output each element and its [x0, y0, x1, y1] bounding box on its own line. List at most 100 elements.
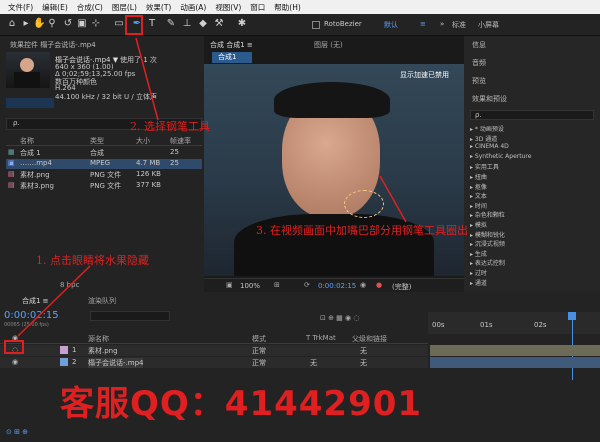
effect-category[interactable]: ▸ 模糊和锐化 — [470, 230, 505, 239]
workspace-small-screen[interactable]: 小屏幕 — [478, 20, 499, 30]
col-size[interactable]: 大小 — [136, 136, 150, 146]
playhead-handle[interactable] — [568, 312, 576, 320]
layer-color-label[interactable] — [60, 346, 68, 354]
layer-tab[interactable]: 图层 (无) — [314, 40, 343, 50]
effect-category[interactable]: ▸ 生成 — [470, 249, 487, 258]
hand-tool-icon[interactable]: ✋ — [33, 18, 45, 30]
home-icon[interactable]: ⌂ — [6, 18, 18, 30]
zoom-level[interactable]: 100% — [240, 282, 260, 290]
timeline-timecode[interactable]: 0:00:02:15 — [4, 310, 59, 321]
timeline-marker-icon[interactable]: ⟳ — [304, 281, 310, 289]
video-frame[interactable]: 显示加速已禁用 — [204, 64, 464, 276]
audio-tab[interactable]: 音频 — [472, 58, 486, 68]
timeline-tools[interactable]: ⊡ ⊕ ▦ ◉ ◌ — [320, 314, 359, 322]
menu-item[interactable]: 动画(A) — [180, 2, 206, 13]
effects-search-input[interactable]: ρ. — [470, 110, 594, 120]
col-mode[interactable]: 模式 — [252, 334, 266, 344]
effect-category[interactable]: ▸ 表达式控制 — [470, 258, 505, 267]
layer-trkmat[interactable]: 无 — [310, 358, 317, 368]
menu-item[interactable]: 效果(T) — [146, 2, 171, 13]
puppet-tool-icon[interactable]: ✱ — [236, 18, 248, 30]
channel-icon[interactable]: ● — [376, 281, 382, 289]
effect-category[interactable]: ▸ 抠像 — [470, 182, 487, 191]
effect-category[interactable]: ▸ 扭曲 — [470, 172, 487, 181]
render-queue-tab[interactable]: 渲染队列 — [88, 296, 116, 306]
layer-bar[interactable] — [430, 345, 600, 356]
clone-stamp-tool-icon[interactable]: ⊥ — [181, 18, 193, 30]
composition-tab[interactable]: 合成 合成1 ≡ — [210, 40, 253, 50]
composition-inner-tab[interactable]: 合成1 — [212, 52, 252, 63]
layer-bar[interactable] — [430, 357, 600, 368]
col-parent[interactable]: 父级和链接 — [352, 334, 387, 344]
visibility-eye-icon[interactable]: ◉ — [12, 358, 18, 366]
rotobezier-checkbox[interactable] — [312, 21, 320, 29]
layer-color-label[interactable] — [60, 358, 68, 366]
project-item[interactable]: ▦ 合成 1 合成 25 — [6, 148, 202, 158]
bpc-label[interactable]: 8 bpc — [60, 281, 79, 289]
menu-item[interactable]: 合成(C) — [77, 2, 103, 13]
workspace-default[interactable]: 默认 — [384, 20, 398, 30]
resolution-dropdown[interactable]: (完整) — [392, 282, 411, 292]
menu-item[interactable]: 视图(V) — [215, 2, 241, 13]
info-tab[interactable]: 信息 — [472, 40, 486, 50]
menu-item[interactable]: 窗口 — [250, 2, 265, 13]
region-icon[interactable]: ▣ — [226, 281, 233, 289]
rectangle-tool-icon[interactable]: ▭ — [113, 18, 125, 30]
mask-path[interactable] — [344, 190, 384, 218]
workspace-menu-icon[interactable]: ≡ — [420, 20, 426, 28]
col-name[interactable]: 名称 — [20, 136, 34, 146]
effect-category[interactable]: ▸ 实用工具 — [470, 162, 499, 171]
layer-parent[interactable]: 无 — [360, 346, 367, 356]
layer-mode[interactable]: 正常 — [252, 358, 266, 368]
effect-controls-tab[interactable]: 效果控件 榻子会说话-.mp4 — [10, 40, 96, 50]
timeline-layer-row[interactable]: ◌ 1 素材.png 正常 无 — [0, 345, 428, 356]
timeline-tab[interactable]: 合成1 ≡ — [22, 296, 49, 306]
layer-name[interactable]: 素材.png — [88, 346, 118, 356]
col-source-name[interactable]: 源名称 — [88, 334, 109, 344]
effect-category[interactable]: ▸ 通道 — [470, 278, 487, 287]
selection-tool-icon[interactable]: ▸ — [20, 18, 32, 30]
project-item[interactable]: ▤ 素材3.png PNG 文件 377 KB — [6, 181, 202, 191]
rotate-tool-icon[interactable]: ↺ — [62, 18, 74, 30]
preview-tab[interactable]: 预览 — [472, 76, 486, 86]
timeline-search-input[interactable] — [90, 311, 170, 321]
project-item[interactable]: ▣ …….mp4 MPEG 4.7 MB 25 — [6, 159, 202, 169]
effect-category[interactable]: ▸ 3D 通道 — [470, 134, 497, 143]
col-trkmat[interactable]: T TrkMat — [306, 334, 336, 342]
eraser-tool-icon[interactable]: ◆ — [197, 18, 209, 30]
effect-category[interactable]: ▸ 文本 — [470, 191, 487, 200]
effect-category[interactable]: ▸ 过时 — [470, 268, 487, 277]
brush-tool-icon[interactable]: ✎ — [165, 18, 177, 30]
camera-tool-icon[interactable]: ▣ — [76, 18, 88, 30]
menu-item[interactable]: 编辑(E) — [42, 2, 68, 13]
layer-mode[interactable]: 正常 — [252, 346, 266, 356]
workspace-more[interactable]: » — [440, 20, 444, 28]
effect-category[interactable]: ▸ 模拟 — [470, 220, 487, 229]
effect-category[interactable]: ▸ * 动画预设 — [470, 124, 504, 133]
effect-category[interactable]: ▸ 杂色和颗粒 — [470, 210, 505, 219]
col-type[interactable]: 类型 — [90, 136, 104, 146]
time-ruler[interactable]: 00s 01s 02s — [428, 312, 600, 334]
effect-category[interactable]: ▸ 时间 — [470, 201, 487, 210]
snapshot-icon[interactable]: ◉ — [360, 281, 366, 289]
viewer-timecode[interactable]: 0:00:02:15 — [318, 282, 356, 290]
col-fps[interactable]: 帧速率 — [170, 136, 191, 146]
menu-item[interactable]: 帮助(H) — [274, 2, 301, 13]
project-item[interactable]: ▤ 素材.png PNG 文件 126 KB — [6, 170, 202, 180]
roto-brush-icon[interactable]: ⚒ — [213, 18, 225, 30]
timeline-footer-icons[interactable]: ⊙ ⊞ ⊕ — [6, 428, 28, 436]
timeline-layer-row[interactable]: ◉ 2 榻子会说话-.mp4 正常 无 无 — [0, 357, 428, 368]
effect-category[interactable]: ▸ CINEMA 4D — [470, 143, 509, 150]
layer-parent[interactable]: 无 — [360, 358, 367, 368]
layer-name[interactable]: 榻子会说话-.mp4 — [88, 358, 144, 368]
effects-presets-tab[interactable]: 效果和预设 — [472, 94, 507, 104]
pan-behind-tool-icon[interactable]: ⊹ — [90, 18, 102, 30]
effect-category[interactable]: ▸ Synthetic Aperture — [470, 153, 531, 160]
grid-icon[interactable]: ⊞ — [274, 281, 280, 289]
type-tool-icon[interactable]: T — [146, 18, 158, 30]
menu-item[interactable]: 文件(F) — [8, 2, 33, 13]
effect-category[interactable]: ▸ 沉浸式视频 — [470, 239, 505, 248]
zoom-tool-icon[interactable]: ⚲ — [46, 18, 58, 30]
menu-item[interactable]: 图层(L) — [112, 2, 137, 13]
workspace-standard[interactable]: 标准 — [452, 20, 466, 30]
